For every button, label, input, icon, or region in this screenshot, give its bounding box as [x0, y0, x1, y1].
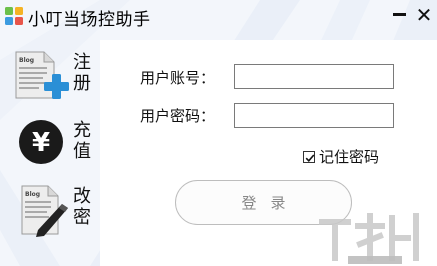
nav-change-password[interactable]: Blog 改密 — [0, 178, 100, 240]
nav-register[interactable]: Blog 注册 — [0, 44, 100, 106]
minimize-button[interactable] — [389, 3, 409, 25]
password-input[interactable] — [234, 103, 394, 128]
remember-password-label: 记住密码 — [319, 148, 380, 166]
account-label: 用户账号： — [140, 69, 216, 87]
svg-text:Blog: Blog — [25, 191, 40, 198]
remember-password-checkbox[interactable]: 记住密码 — [303, 146, 379, 167]
yen-icon: ¥ — [19, 120, 63, 164]
svg-text:Blog: Blog — [19, 57, 34, 64]
account-input[interactable] — [234, 64, 394, 89]
svg-text:¥: ¥ — [32, 128, 50, 158]
watermark-logo — [319, 213, 419, 264]
nav-recharge[interactable]: ¥ 充值 — [0, 112, 100, 168]
app-logo-icon — [5, 7, 23, 25]
checkbox-box[interactable] — [303, 150, 315, 163]
nav-register-label: 注册 — [73, 52, 91, 94]
title-bar: 小叮当场控助手 ✕ — [0, 0, 437, 34]
password-label: 用户密码： — [140, 107, 216, 125]
close-button[interactable]: ✕ — [413, 3, 435, 27]
minimize-icon — [392, 12, 406, 16]
nav-change-password-label: 改密 — [73, 186, 91, 228]
nav-recharge-label: 充值 — [73, 120, 91, 162]
window-title: 小叮当场控助手 — [28, 10, 151, 30]
checkmark-icon — [305, 153, 315, 162]
document-plus-icon: Blog — [15, 51, 69, 99]
document-pen-icon: Blog — [21, 185, 68, 237]
